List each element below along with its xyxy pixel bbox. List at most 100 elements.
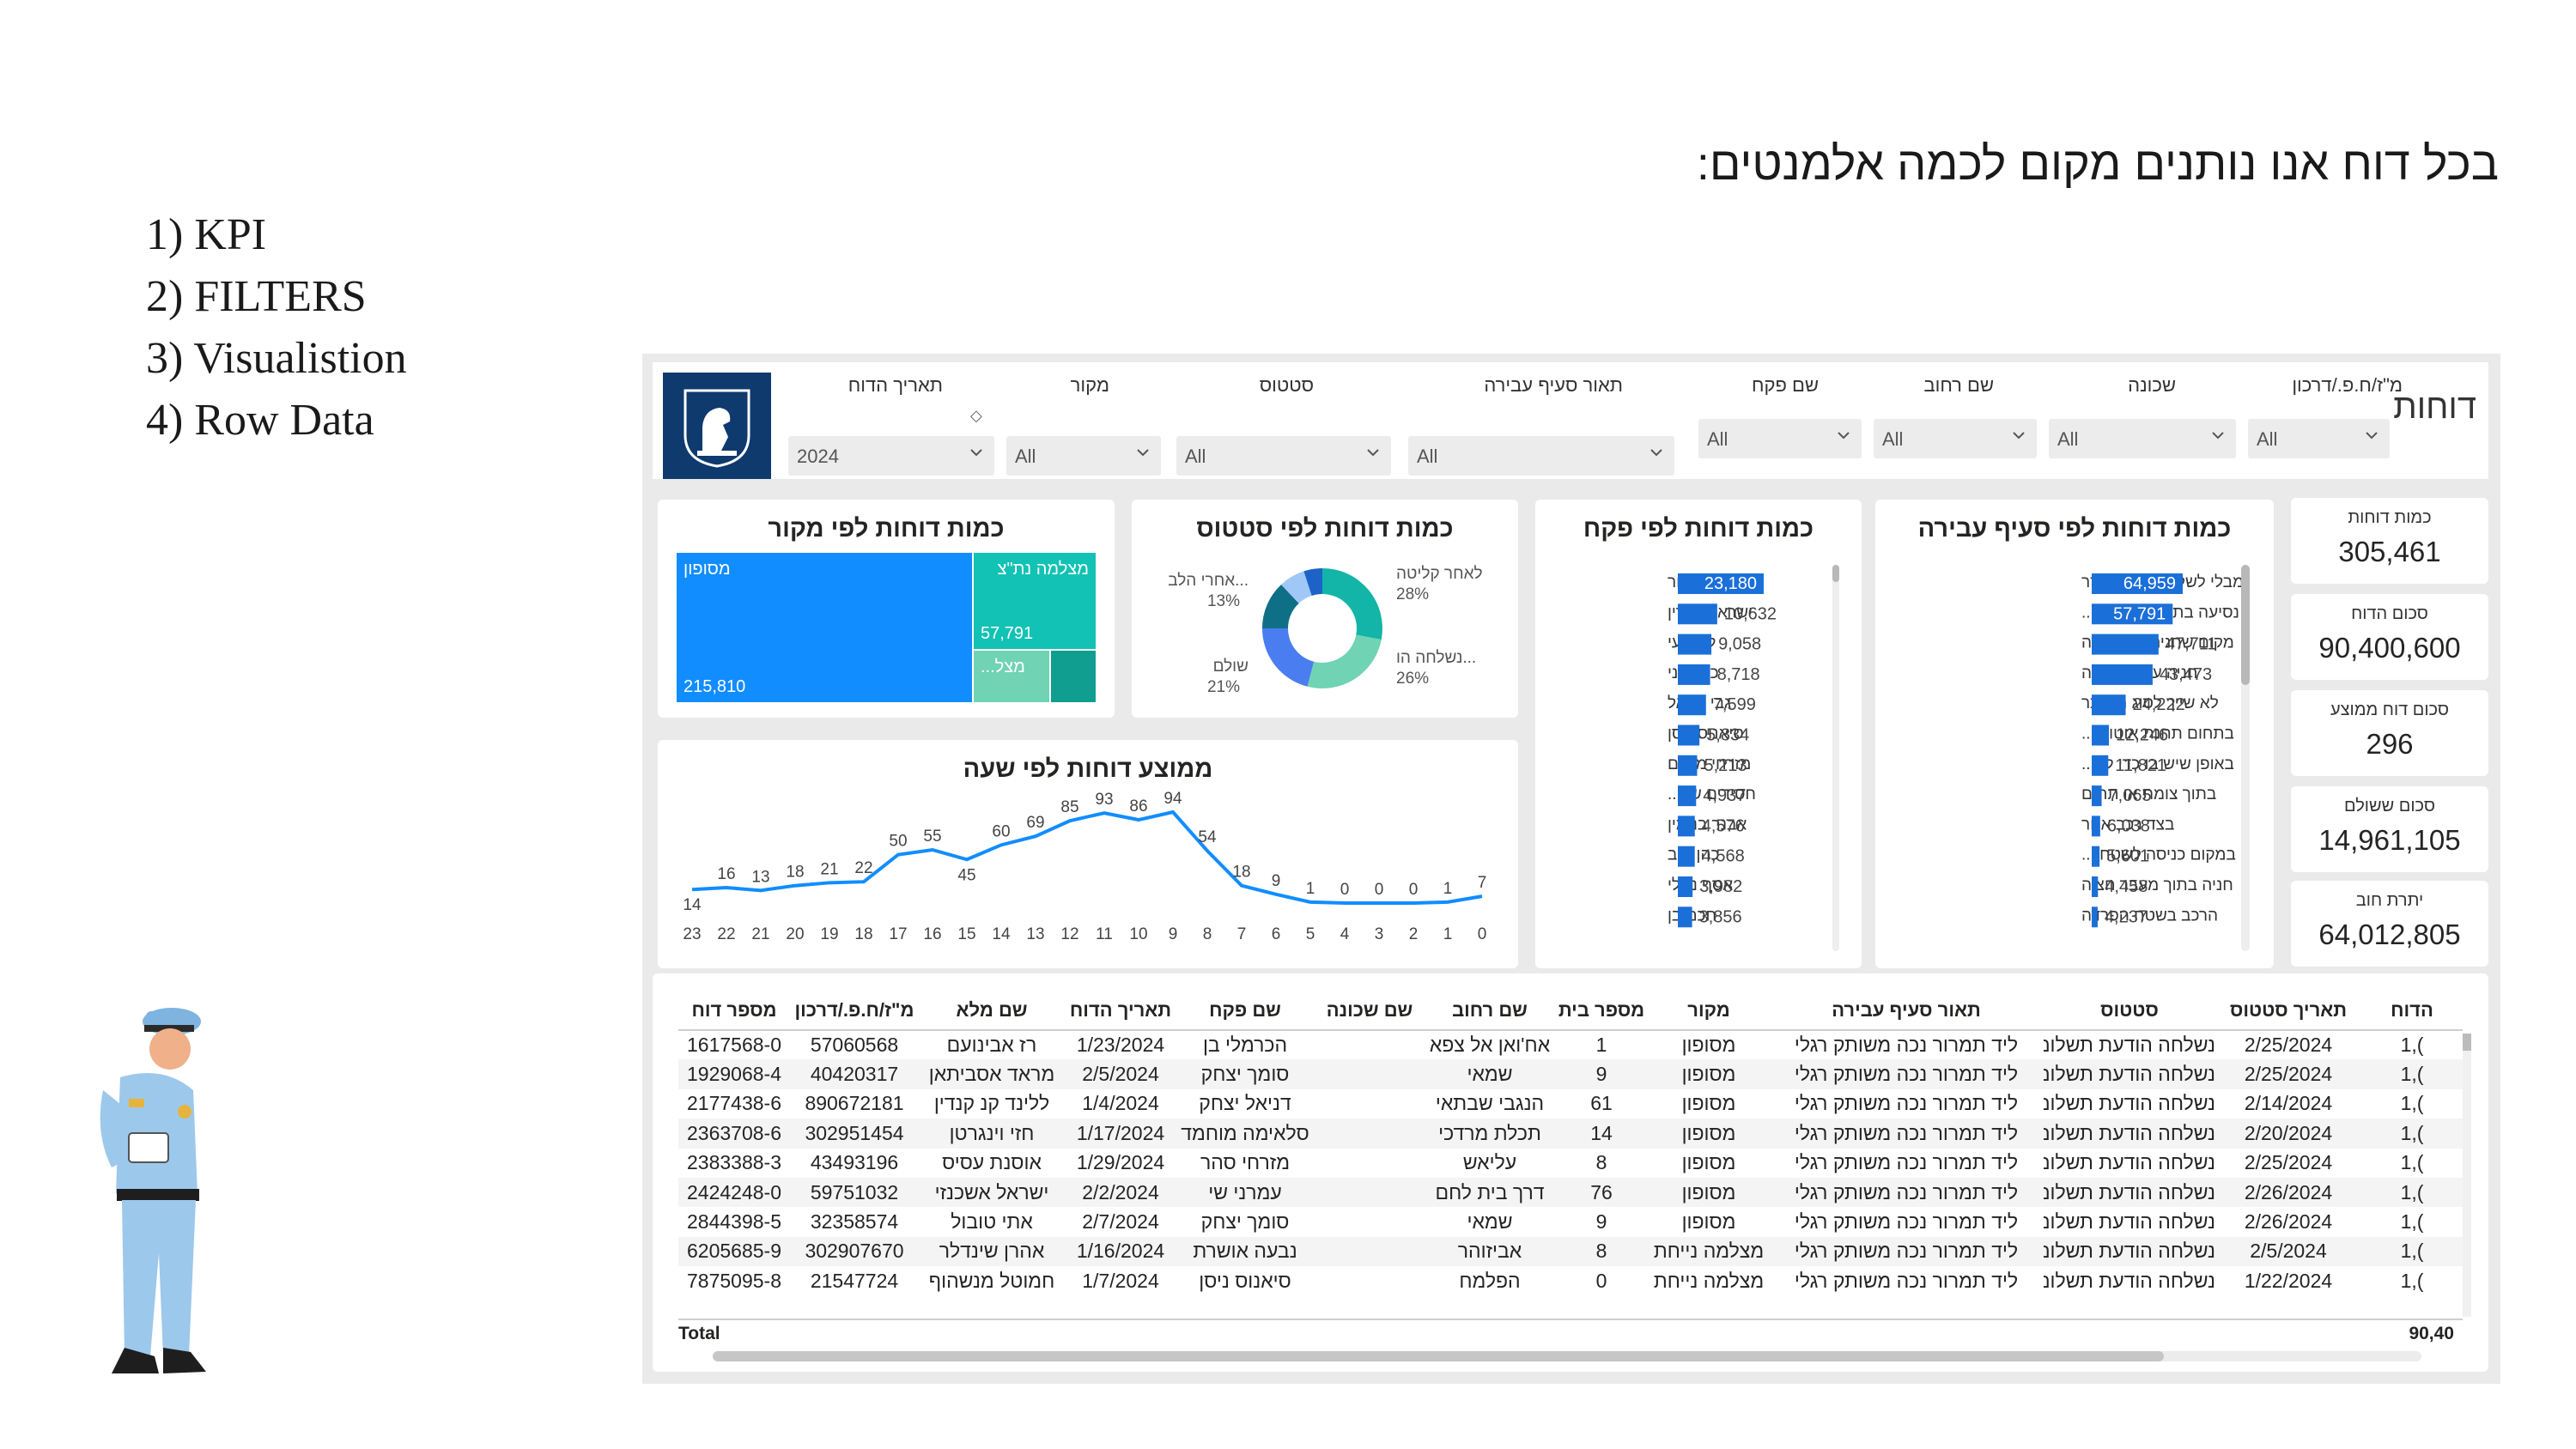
bar [1678,785,1697,807]
bar-value-label: 8,718 [1717,665,1760,684]
table-cell: הפלמח [1459,1269,1521,1292]
table-row[interactable]: 2383388-3 43493196 אוסנת עסיס 1/29/2024 מזרח… [678,1149,2463,1178]
filter-dropdown[interactable]: 2024 [788,436,994,476]
table-cell: 6205685-9 [678,1236,790,1267]
table-row[interactable]: 2363708-6 302951454 חזי וינגרטן 1/17/2024 סל… [678,1119,2463,1149]
filter-value: All [2257,428,2278,450]
lion-emblem-icon [683,389,750,468]
table-cell: נשלחה הודעת תשלום [2044,1059,2215,1089]
table-cell: ליד תמרור נכה משותק רגלי [1794,1092,2019,1115]
bar-value-label: 3,982 [1699,877,1742,896]
table-cell: 2/5/2024 [1065,1059,1176,1089]
x-tick-label: 13 [1026,925,1044,943]
column-header[interactable]: תאריך הדוח [1065,991,1176,1031]
data-label: 0 [1409,881,1419,899]
dashboard-screenshot: דוחות תאריך הדוח ◇ 2024 מקור All סטטוס A… [642,354,2500,1384]
table-cell: ללינד קנ קנדין [933,1092,1050,1115]
table-cell: 2/25/2024 [2244,1151,2333,1174]
table-cell: ליד תמרור נכה משותק רגלי [1769,1177,2044,1208]
filter-value: All [1882,428,1904,450]
table-cell: 2424248-0 [678,1177,790,1208]
table-cell: מראד אסביתאן [919,1059,1065,1089]
table-cell: 1,( [2400,1210,2424,1234]
table-cell: ליד תמרור נכה משותק רגלי [1794,1269,2019,1292]
bar [2092,815,2100,837]
table-cell: אוסנת עסיס [942,1151,1042,1174]
filter-dropdown[interactable]: All [2248,419,2390,458]
filter-dropdown[interactable]: All [1176,436,1391,476]
eraser-icon[interactable]: ◇ [970,407,982,425]
chevron-down-icon [2212,432,2224,440]
scrollbar[interactable] [1832,565,1839,951]
table-row[interactable]: 7875095-8 21547724 חמוטל מנשהוף 1/7/2024 סיא… [678,1266,2463,1295]
bar-value-label: 3,856 [1699,907,1742,926]
table-cell: 76 [1554,1177,1649,1208]
donut-slice [1307,634,1382,688]
table-cell: חמוטל מנשהוף [928,1269,1055,1292]
vertical-scrollbar[interactable] [2463,1034,2471,1317]
column-header[interactable]: מ"ז/ח.פ./דרכון [790,991,919,1031]
column-header[interactable]: תאריך סטטוס [2215,991,2361,1031]
bar-value-label: 12,246 [2116,726,2168,745]
table-cell [1314,1030,1425,1059]
table-cell: 2383388-3 [687,1151,781,1174]
data-label: 85 [1060,798,1078,816]
horizontal-scrollbar[interactable] [713,1351,2421,1361]
table-cell: 1,( [2400,1151,2424,1174]
data-label: 7 [1478,874,1487,892]
column-header[interactable]: שם רחוב [1425,991,1554,1031]
bar [1678,603,1717,625]
treemap-tile[interactable]: מצלמה נת"צ 57,791 [974,553,1096,649]
kpi-average-report: סכום דוח ממוצע 296 [2291,690,2488,776]
treemap-tile[interactable] [1051,651,1096,702]
scroll-thumb[interactable] [713,1351,2164,1361]
table-cell [1314,1119,1425,1149]
table-row[interactable]: 1929068-4 40420317 מראד אסביתאן 2/5/2024 סומ… [678,1059,2463,1089]
donut-label: לאחר קליטה [1396,565,1483,583]
scrollbar[interactable] [2241,565,2250,951]
table-cell: 1/29/2024 [1076,1151,1165,1174]
table-cell: מסופון [1649,1177,1769,1208]
scroll-thumb[interactable] [2241,565,2250,685]
data-label: 9 [1272,872,1281,890]
column-header[interactable]: מספר דוח [678,991,790,1031]
bar-chart-by-offense: כמות דוחות לפי סעיף עבירה מבלי לשלם אגרת… [1875,500,2274,968]
treemap-tile[interactable]: מסופון 215,810 [677,553,972,702]
kpi-label: סכום ששולם [2344,797,2435,815]
treemap-tile[interactable]: מצל... [974,651,1049,702]
bar [1678,724,1700,746]
column-header[interactable]: הדוח [2361,991,2463,1031]
filter-value: All [1417,446,1438,467]
table-row[interactable]: 1617568-0 57060568 רז אבינועם 1/23/2024 הכרמ… [678,1030,2463,1059]
table-cell: נשלחה הודעת תשלום [2044,1119,2215,1149]
table-row[interactable]: 2177438-6 890672181 ללינד קנ קנדין 1/4/2024… [678,1089,2463,1119]
filter-dropdown[interactable]: All [1874,419,2037,458]
filter-dropdown[interactable]: All [2049,419,2236,458]
data-label: 45 [957,866,975,884]
column-header[interactable]: תאור סעיף עבירה [1769,991,2044,1031]
scroll-thumb[interactable] [2463,1034,2471,1051]
filter-dropdown[interactable]: All [1698,419,1862,458]
column-header[interactable]: שם מלא [919,991,1065,1031]
table-cell [1314,1236,1425,1267]
column-header[interactable]: שם פקח [1176,991,1314,1031]
filter-dropdown[interactable]: All [1408,436,1674,476]
table-row[interactable]: 6205685-9 302907670 אהרן שינדלר 1/16/2024 נב… [678,1236,2463,1267]
column-header[interactable]: מספר בית [1554,991,1649,1031]
data-label: 50 [889,833,907,851]
bar [2092,846,2100,867]
filter-dropdown[interactable]: All [1006,436,1161,476]
table-cell: נשלחה הודעת תשלום [2044,1177,2215,1208]
column-header[interactable]: סטטוס [2044,991,2215,1031]
x-tick-label: 2 [1409,925,1419,943]
scroll-thumb[interactable] [1832,565,1839,582]
column-header[interactable]: מקור [1649,991,1769,1031]
table-row[interactable]: 2424248-0 59751032 ישראל אשכנזי 2/2/2024 עמר… [678,1177,2463,1208]
table-cell: מצלמה נייחת [1653,1269,1765,1292]
kpi-report-count: כמות דוחות 305,461 [2291,498,2488,584]
table-row[interactable]: 2844398-5 32358574 אתי טובול 2/7/2024 סומך י… [678,1207,2463,1236]
table-cell: תכלת מרדכי [1425,1119,1554,1149]
bar [1678,876,1693,897]
column-header[interactable]: שם שכונה [1314,991,1425,1031]
total-label: Total [678,1324,720,1343]
